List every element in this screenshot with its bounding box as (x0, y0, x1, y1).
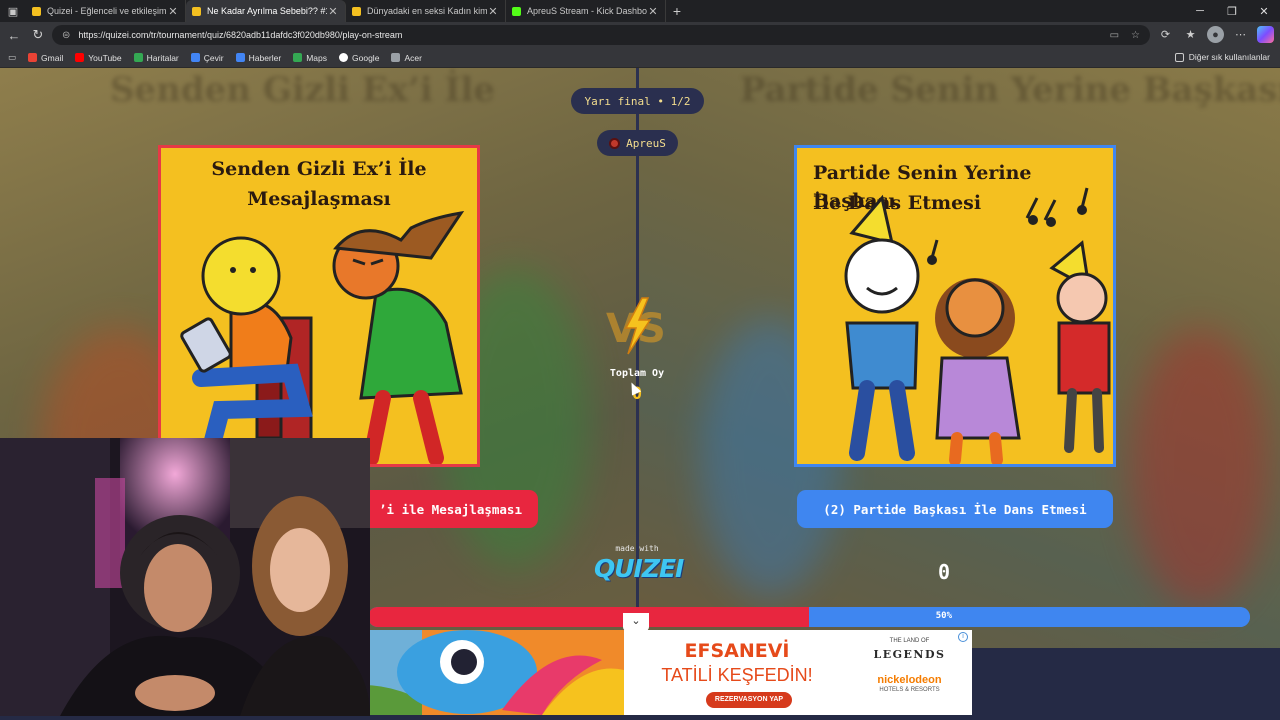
bookmark-label: Gmail (41, 52, 64, 63)
tab-quiz-2[interactable]: Dünyadaki en seksi Kadın kim - T ✕ (346, 0, 506, 22)
more-menu-icon[interactable]: ⋯ (1232, 26, 1249, 43)
streamer-avatar (609, 137, 621, 149)
extensions-icon[interactable]: ⟳ (1157, 26, 1174, 43)
reload-icon[interactable]: ↻ (26, 27, 50, 43)
tab-kick-dashboard[interactable]: ApreuS Stream - Kick Dashboard ✕ (506, 0, 666, 22)
bookmark-youtube[interactable]: YouTube (75, 52, 122, 63)
advertisement-banner[interactable]: EFSANEVİ TATİLİ KEŞFEDİN! REZERVASYON YA… (302, 630, 972, 715)
bookmark-label: Haritalar (146, 52, 179, 63)
bookmarks-bar: ▭ Gmail YouTube Haritalar Çevir Haberler… (0, 48, 1280, 68)
translate-icon (190, 53, 200, 62)
quizei-favicon-icon (32, 6, 41, 16)
bookmark-haberler[interactable]: Haberler (235, 52, 282, 63)
ad-info-icon[interactable]: i (958, 632, 968, 642)
ad-reserve-button[interactable]: REZERVASYON YAP (706, 692, 792, 708)
ad-partner-logo: nickelodeon (877, 674, 942, 686)
background-figure (1130, 328, 1270, 608)
tab-title: Dünyadaki en seksi Kadın kim - T (367, 6, 487, 16)
news-icon (235, 53, 245, 62)
favorite-star-icon[interactable]: ☆ (1131, 30, 1140, 41)
window-controls: ─ ❐ ✕ (1184, 0, 1280, 22)
restore-icon[interactable]: ❐ (1216, 0, 1248, 22)
bookmark-sidebar-icon[interactable]: ▭ (8, 52, 16, 63)
address-bar[interactable]: ⊜ https://quizei.com/tr/tournament/quiz/… (52, 25, 1150, 45)
close-tab-icon[interactable]: ✕ (487, 5, 499, 18)
vote-progress-bar: 50% (368, 607, 1250, 627)
site-info-icon[interactable]: ⊜ (62, 30, 70, 41)
total-votes-label: Toplam Oy (609, 368, 665, 379)
background-left-title: Senden Gizli Ex’i İle (110, 70, 496, 110)
left-progress-fill (368, 607, 809, 627)
close-window-icon[interactable]: ✕ (1248, 0, 1280, 22)
profile-avatar-icon[interactable]: ● (1207, 26, 1224, 43)
bookmark-maps[interactable]: Maps (293, 53, 327, 63)
ad-partner-sub: HOTELS & RESORTS (879, 687, 940, 693)
ad-headline: EFSANEVİ (684, 640, 790, 662)
page-viewport: Senden Gizli Ex’i İle Partide Senin Yeri… (0, 68, 1280, 720)
close-tab-icon[interactable]: ✕ (647, 5, 659, 18)
bookmark-cevir[interactable]: Çevir (190, 52, 224, 63)
bookmark-label: Haberler (248, 52, 282, 63)
folder-icon (1174, 52, 1184, 62)
bookmark-label: Çevir (203, 52, 224, 63)
minimize-icon[interactable]: ─ (1184, 0, 1216, 22)
bookmark-haritalar[interactable]: Haritalar (133, 52, 179, 63)
kick-favicon-icon (512, 6, 521, 16)
right-vote-count: 0 (937, 560, 951, 584)
bookmark-label: YouTube (88, 52, 122, 63)
round-badge: Yarı final • 1/2 (571, 88, 704, 114)
back-arrow-icon[interactable]: ← (2, 28, 26, 43)
bookmark-label: Google (352, 52, 380, 63)
gmail-icon (28, 53, 38, 62)
tab-title: Ne Kadar Ayrılma Sebebi?? #1 - T (207, 6, 327, 16)
close-tab-icon[interactable]: ✕ (167, 5, 179, 18)
tab-title: ApreuS Stream - Kick Dashboard (527, 6, 647, 16)
copilot-icon[interactable] (1257, 26, 1274, 43)
maps-pin-icon (293, 53, 303, 62)
quizei-logo[interactable]: QUIZEI (594, 554, 684, 584)
maps-pin-icon (133, 53, 143, 62)
toolbar-icons: ⟳ ★ ● ⋯ (1157, 26, 1274, 43)
close-tab-icon[interactable]: ✕ (327, 5, 339, 18)
webcam-overlay (0, 438, 370, 716)
tab-active-quiz[interactable]: Ne Kadar Ayrılma Sebebi?? #1 - T ✕ (186, 0, 346, 22)
right-progress-fill (809, 607, 1250, 627)
made-with-label: made with (615, 544, 659, 553)
vs-lightning-icon: VS (606, 297, 666, 355)
screen-cast-icon[interactable]: ▭ (1110, 30, 1119, 41)
google-icon (339, 53, 349, 62)
streamer-badge: ApreuS (597, 130, 678, 156)
left-card-illustration (180, 210, 465, 464)
bookmark-google[interactable]: Google (339, 53, 379, 63)
tab-bar: ▣ Quizei - Eğlenceli ve etkileşimli q ✕ … (0, 0, 1280, 22)
address-toolbar: ← ↻ ⊜ https://quizei.com/tr/tournament/q… (0, 22, 1280, 48)
ad-brand-logo: LEGENDS (873, 648, 946, 661)
url-text[interactable]: https://quizei.com/tr/tournament/quiz/68… (78, 30, 1097, 40)
bookmark-gmail[interactable]: Gmail (28, 53, 63, 63)
youtube-icon (75, 53, 85, 62)
folder-icon (391, 53, 401, 62)
right-option-card[interactable]: Partide Senin Yerine Başkası İle Dans Et… (794, 145, 1116, 467)
vote-right-button[interactable]: (2) Partide Başkası İle Dans Etmesi (797, 490, 1113, 528)
left-option-card[interactable]: Senden Gizli Ex’i İle Mesajlaşması (158, 145, 480, 467)
right-card-illustration (844, 187, 1111, 464)
ad-subheadline: TATİLİ KEŞFEDİN! (661, 665, 813, 685)
background-right-title: Partide Senin Yerine Başkası (740, 70, 1280, 110)
favorites-icon[interactable]: ★ (1182, 26, 1199, 43)
quizei-favicon-icon (192, 6, 201, 16)
quizei-favicon-icon (352, 6, 361, 16)
right-percent-label: 50% (935, 611, 952, 621)
bookmark-label: Acer (404, 52, 422, 63)
bookmark-acer[interactable]: Acer (391, 52, 422, 63)
bookmark-label: Maps (306, 52, 328, 63)
chevron-down-icon[interactable]: ⌄ (623, 613, 649, 631)
new-tab-plus-icon[interactable]: + (666, 3, 688, 19)
streamer-name: ApreuS (626, 136, 666, 150)
tab-title: Quizei - Eğlenceli ve etkileşimli q (47, 6, 167, 16)
tab-actions-menu-icon[interactable]: ▣ (0, 0, 26, 22)
ad-brand-prefix: THE LAND OF (889, 638, 930, 644)
other-bookmarks-label: Diğer sık kullanılanlar (1188, 52, 1270, 62)
tab-quizei[interactable]: Quizei - Eğlenceli ve etkileşimli q ✕ (26, 0, 186, 22)
other-bookmarks[interactable]: Diğer sık kullanılanlar (1174, 52, 1270, 62)
